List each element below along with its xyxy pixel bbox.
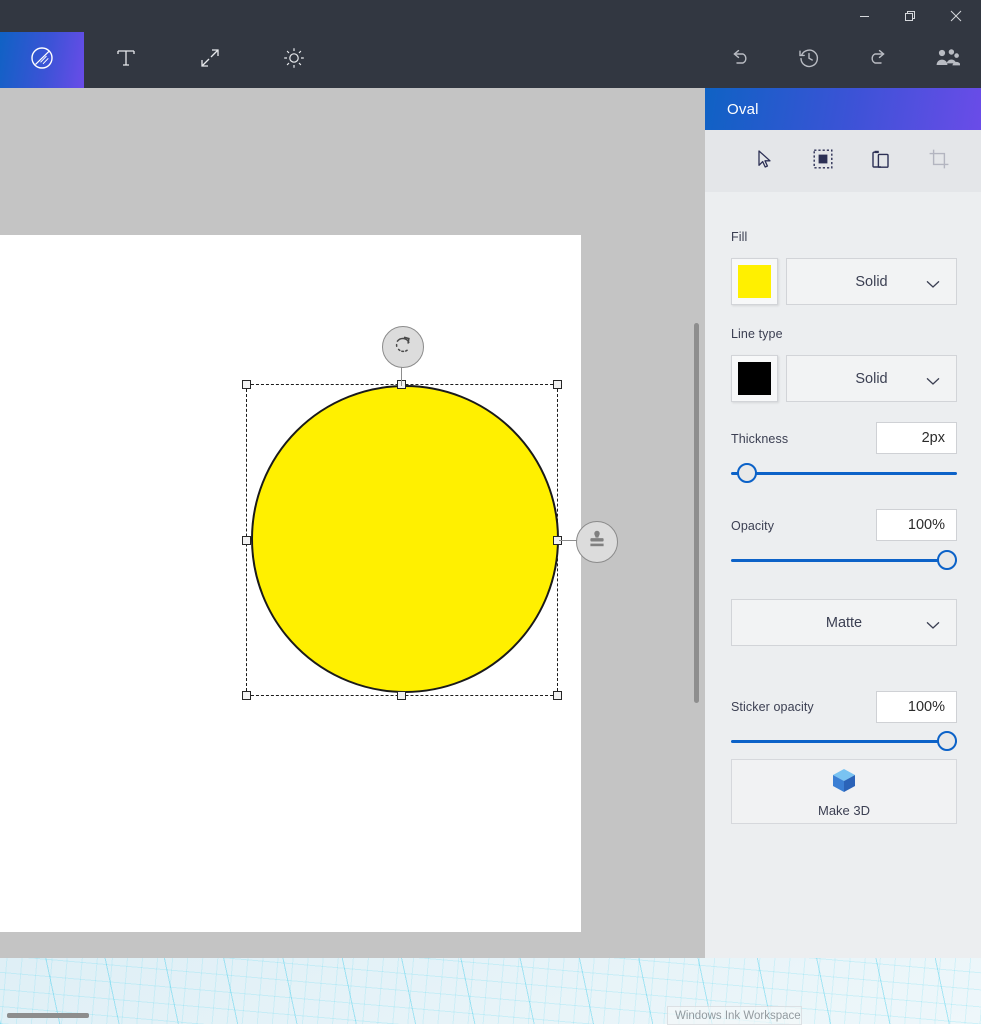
title-bar: [0, 0, 981, 32]
line-style-value: Solid: [855, 371, 887, 387]
material-dropdown[interactable]: Matte: [731, 599, 957, 646]
close-button[interactable]: [933, 0, 979, 32]
line-color-swatch-button[interactable]: [731, 355, 778, 402]
redo-button[interactable]: [844, 32, 912, 88]
panel-title: Oval: [727, 101, 759, 118]
chevron-down-icon: [926, 617, 940, 635]
line-style-dropdown[interactable]: Solid: [786, 355, 957, 402]
crop-icon: [928, 148, 950, 175]
tool-effects[interactable]: [252, 32, 336, 88]
people-group-icon: [934, 47, 960, 74]
stamp-handle-stem: [559, 540, 577, 541]
history-button[interactable]: [775, 32, 843, 88]
text-icon: [114, 46, 138, 75]
rotate-handle[interactable]: [382, 326, 424, 368]
resize-handle-middle-left[interactable]: [242, 536, 251, 545]
ink-workspace-tooltip: Windows Ink Workspace: [667, 1006, 802, 1025]
redo-arrow-icon: [866, 46, 890, 75]
make-3d-button[interactable]: Make 3D: [731, 759, 957, 824]
sticker-opacity-slider-thumb[interactable]: [937, 731, 957, 751]
undo-button[interactable]: [706, 32, 774, 88]
undo-arrow-icon: [728, 46, 752, 75]
canvas-vertical-scrollbar[interactable]: [694, 323, 699, 703]
sticker-opacity-slider-track: [731, 740, 957, 743]
resize-handle-top-right[interactable]: [553, 380, 562, 389]
history-clock-icon: [797, 46, 821, 75]
resize-handle-bottom-center[interactable]: [397, 691, 406, 700]
cursor-arrow-icon: [754, 148, 776, 175]
taskbar-drag-handle[interactable]: [7, 1013, 89, 1018]
canvas-viewport[interactable]: [0, 88, 705, 958]
cube-3d-icon: [829, 765, 859, 800]
chevron-down-icon: [926, 276, 940, 294]
panel-body: [705, 192, 981, 958]
tool-ribbon: [0, 32, 981, 88]
tool-2d-shapes[interactable]: [0, 32, 84, 88]
resize-handle-top-left[interactable]: [242, 380, 251, 389]
resize-handle-bottom-right[interactable]: [553, 691, 562, 700]
thickness-slider[interactable]: [731, 463, 957, 483]
fill-style-dropdown[interactable]: Solid: [786, 258, 957, 305]
shapes-2d-icon: [27, 43, 57, 78]
paste-icon: [870, 148, 892, 175]
make-3d-label: Make 3D: [818, 803, 870, 818]
remix-3d-button[interactable]: [913, 32, 981, 88]
tool-canvas[interactable]: [168, 32, 252, 88]
fill-color-swatch-button[interactable]: [731, 258, 778, 305]
line-color-swatch: [738, 362, 771, 395]
fill-style-value: Solid: [855, 274, 887, 290]
material-value: Matte: [826, 615, 862, 631]
opacity-label: Opacity: [731, 519, 774, 533]
resize-handle-bottom-left[interactable]: [242, 691, 251, 700]
thickness-slider-thumb[interactable]: [737, 463, 757, 483]
fill-color-swatch: [738, 265, 771, 298]
canvas-icon: [198, 46, 222, 75]
panel-tool-paste[interactable]: [852, 130, 910, 192]
fill-label: Fill: [731, 230, 747, 244]
panel-toolbar: [705, 130, 981, 192]
panel-tool-crop[interactable]: [910, 130, 968, 192]
rotate-icon: [392, 334, 414, 361]
select-all-icon: [812, 148, 834, 175]
tool-text[interactable]: [84, 32, 168, 88]
opacity-slider-track: [731, 559, 957, 562]
sticker-opacity-slider[interactable]: [731, 731, 957, 751]
line-type-label: Line type: [731, 327, 783, 341]
minimize-button[interactable]: [841, 0, 887, 32]
opacity-slider-thumb[interactable]: [937, 550, 957, 570]
opacity-slider[interactable]: [731, 550, 957, 570]
sticker-opacity-label: Sticker opacity: [731, 700, 814, 714]
paint-3d-window: Oval: [0, 0, 981, 958]
thickness-value[interactable]: 2px: [876, 422, 957, 454]
panel-header: Oval: [705, 88, 981, 130]
thickness-label: Thickness: [731, 432, 788, 446]
restore-button[interactable]: [887, 0, 933, 32]
selection-bounding-box: [246, 384, 558, 696]
effects-sun-icon: [281, 45, 307, 76]
chevron-down-icon: [926, 373, 940, 391]
opacity-value[interactable]: 100%: [876, 509, 957, 541]
stamp-icon: [586, 529, 608, 556]
sticker-opacity-value[interactable]: 100%: [876, 691, 957, 723]
panel-tool-select-all[interactable]: [794, 130, 852, 192]
stamp-handle[interactable]: [576, 521, 618, 563]
panel-tool-select[interactable]: [736, 130, 794, 192]
thickness-slider-track: [731, 472, 957, 475]
